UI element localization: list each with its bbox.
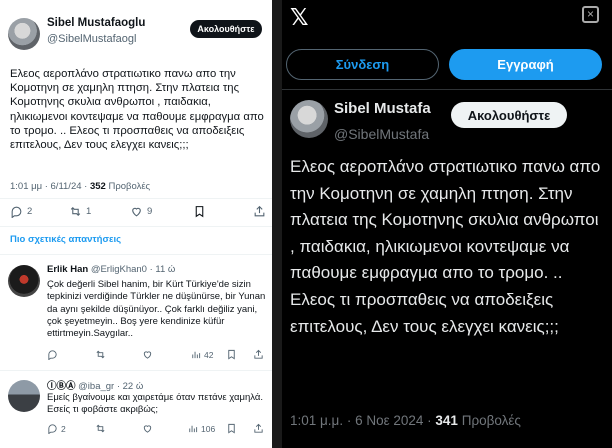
close-icon[interactable]: × (582, 6, 599, 23)
x-logo-icon[interactable]: 𝕏 (290, 4, 309, 31)
panel-divider (272, 0, 282, 448)
reply-avatar[interactable] (8, 380, 40, 412)
tweet-time-date: 1:01 μμ · 6/11/24 · (10, 181, 90, 192)
like-action[interactable]: 9 (130, 205, 152, 218)
reply-bookmark-action[interactable] (226, 423, 237, 434)
divider (0, 370, 272, 371)
follow-button[interactable]: Ακολουθήστε (451, 102, 567, 128)
reply-bookmark-action[interactable] (226, 349, 237, 360)
views-label: Προβολές (105, 181, 151, 192)
light-tweet-panel: Sibel Mustafaoglu @SibelMustafaogl Ακολο… (0, 0, 272, 448)
reply-action[interactable]: 2 (10, 205, 32, 218)
divider (0, 254, 272, 255)
reply-author[interactable]: ⒾⒷⒶ @iba_gr · 22 ώ (47, 378, 143, 392)
tweet-text: Ελεος αεροπλάνο στρατιωτικο πανω απο την… (290, 157, 601, 336)
views-icon (192, 351, 201, 359)
bookmark-action[interactable] (193, 205, 206, 218)
share-icon (254, 205, 265, 217)
reply-like-action[interactable] (142, 423, 153, 434)
login-button[interactable]: Σύνδεση (286, 49, 439, 80)
reply-icon (11, 206, 22, 218)
reply-views[interactable]: 106 (187, 423, 215, 434)
views-count: 341 (435, 413, 458, 428)
signup-button[interactable]: Εγγραφή (449, 49, 602, 80)
follow-button[interactable]: Ακολουθήστε (190, 20, 262, 38)
bookmark-icon (228, 423, 235, 434)
reply-repost-action[interactable] (95, 423, 106, 434)
share-action[interactable] (253, 205, 266, 218)
reply-share-action[interactable] (253, 349, 264, 360)
reply-text: Εμείς βγαίνουμε και χαιρετάμε όταν πετάν… (47, 392, 263, 416)
like-icon (132, 207, 141, 217)
reply-text: Çok değerli Sibel hanim, bir Kürt Türkiy… (47, 279, 266, 340)
repost-icon (96, 424, 105, 433)
author-avatar[interactable] (290, 100, 328, 138)
share-icon (254, 349, 263, 359)
reply-share-action[interactable] (253, 423, 264, 434)
reply-avatar[interactable] (8, 265, 40, 297)
views-count: 352 (89, 181, 106, 192)
author-name[interactable]: Sibel Mustafa (334, 100, 431, 117)
repost-icon (96, 350, 105, 359)
author-name[interactable]: Sibel Mustafaoglu (47, 17, 145, 29)
share-icon (254, 423, 263, 433)
divider (282, 89, 612, 90)
reply-repost-action[interactable] (95, 349, 106, 360)
author-handle[interactable]: @SibelMustafa (334, 126, 429, 142)
tweet-time-date: 1:01 μ.μ. · 6 Νοε 2024 · (290, 413, 436, 428)
like-icon (143, 351, 152, 359)
tweet-meta: 1:01 μ.μ. · 6 Νοε 2024 · 341 Προβολές (290, 413, 521, 428)
reply-author[interactable]: Erlik Han @ErligKhan0 · 11 ώ (47, 264, 175, 275)
reply-like-action[interactable] (142, 349, 153, 360)
views-label: Προβολές (457, 413, 521, 428)
repost-icon (70, 206, 81, 217)
reply-icon (48, 424, 57, 434)
tweet-meta: 1:01 μμ · 6/11/24 · 352 Προβολές (10, 181, 150, 192)
bookmark-icon (228, 349, 235, 360)
author-handle[interactable]: @SibelMustafaogl (47, 33, 136, 45)
repost-action[interactable]: 1 (69, 205, 91, 218)
bookmark-icon (195, 206, 204, 218)
divider (0, 198, 272, 199)
author-avatar[interactable] (8, 18, 40, 50)
tweet-text: Ελεος αεροπλάνο στρατιωτικο πανω απο την… (10, 68, 264, 152)
views-icon (189, 425, 198, 433)
relevant-replies-filter[interactable]: Πιο σχετικές απαντήσεις (10, 234, 121, 245)
reply-icon (48, 350, 57, 360)
reply-reply-action[interactable]: 2 (47, 423, 66, 434)
like-icon (143, 425, 152, 433)
divider (0, 226, 272, 227)
dark-tweet-panel: 𝕏 × Σύνδεση Εγγραφή Sibel Mustafa @Sibel… (282, 0, 612, 448)
reply-reply-action[interactable] (47, 349, 58, 360)
reply-views[interactable]: 42 (190, 349, 213, 360)
